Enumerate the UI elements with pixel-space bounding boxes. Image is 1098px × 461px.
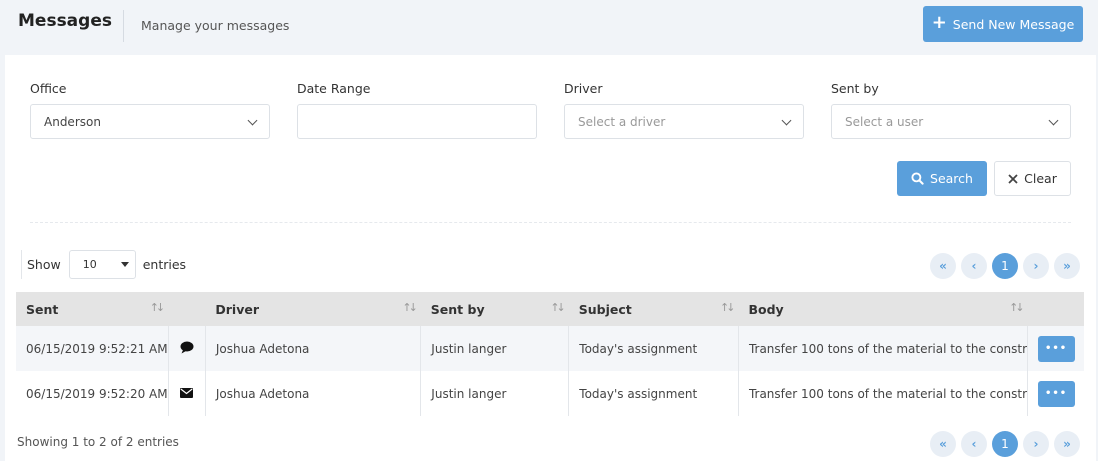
sent-by-label: Sent by — [831, 81, 879, 96]
envelope-icon — [180, 387, 194, 398]
sort-icon: ↑↓ — [1009, 301, 1025, 314]
entries-label: entries — [142, 257, 187, 272]
entries-per-page-select[interactable]: 10 — [68, 250, 136, 279]
search-label: Search — [930, 171, 973, 186]
sort-icon: ↑↓ — [720, 301, 736, 314]
first-page-button[interactable]: « — [930, 431, 956, 457]
sent-by-cell: Justin langer — [420, 371, 570, 416]
plus-icon: + — [931, 12, 947, 33]
column-header-sent[interactable]: Sent ↑↓ — [16, 292, 168, 326]
header-divider — [123, 10, 124, 42]
sort-icon: ↑↓ — [402, 301, 418, 314]
driver-cell: Joshua Adetona — [205, 371, 422, 416]
driver-cell: Joshua Adetona — [205, 326, 422, 371]
page-title: Messages — [18, 11, 112, 31]
sent-cell: 06/15/2019 9:52:21 AM — [16, 326, 169, 371]
last-page-button[interactable]: » — [1054, 431, 1080, 457]
sent-cell: 06/15/2019 9:52:20 AM — [16, 371, 169, 416]
date-range-label: Date Range — [297, 81, 371, 96]
sent-by-cell: Justin langer — [420, 326, 570, 371]
actions-cell: ••• — [1028, 371, 1084, 416]
page-subtitle: Manage your messages — [141, 18, 290, 33]
subject-cell: Today's assignment — [568, 371, 739, 416]
chevron-down-icon — [1048, 115, 1059, 126]
sort-icon: ↑↓ — [550, 301, 566, 314]
chevron-down-icon — [781, 115, 792, 126]
messages-table: Sent ↑↓ Driver ↑↓ Sent by ↑↓ Subject ↑↓ Body… — [16, 292, 1084, 416]
prev-page-button[interactable]: ‹ — [961, 253, 987, 279]
body-cell: Transfer 100 tons of the material to the… — [738, 371, 1029, 416]
chat-bubble-icon — [180, 341, 194, 353]
pagination-top: « ‹ 1 › » — [930, 253, 1080, 279]
prev-page-button[interactable]: ‹ — [961, 431, 987, 457]
date-range-input[interactable] — [297, 104, 537, 139]
table-row[interactable]: 06/15/2019 9:52:20 AM Joshua Adetona Jus… — [16, 371, 1084, 416]
column-header-actions — [1028, 292, 1084, 326]
column-header-subject[interactable]: Subject ↑↓ — [569, 292, 739, 326]
column-header-sent-by[interactable]: Sent by ↑↓ — [421, 292, 569, 326]
more-actions-button[interactable]: ••• — [1037, 380, 1075, 407]
more-actions-button[interactable]: ••• — [1037, 335, 1075, 362]
driver-select[interactable]: Select a driver — [564, 104, 804, 139]
caret-down-icon — [120, 262, 129, 267]
driver-placeholder: Select a driver — [578, 114, 666, 129]
message-type-cell — [168, 371, 206, 416]
send-new-message-button[interactable]: + Send New Message — [923, 6, 1083, 42]
entries-length-control: Show 10 entries — [21, 250, 186, 279]
search-button[interactable]: Search — [897, 161, 987, 196]
entries-per-page-value: 10 — [82, 258, 97, 271]
sort-icon: ↑↓ — [149, 301, 166, 314]
body-cell: Transfer 100 tons of the material to the… — [738, 326, 1029, 371]
table-row[interactable]: 06/15/2019 9:52:21 AM Joshua Adetona Jus… — [16, 326, 1084, 371]
sent-by-placeholder: Select a user — [845, 114, 924, 129]
send-new-message-label: Send New Message — [952, 16, 1075, 32]
column-header-driver[interactable]: Driver ↑↓ — [205, 292, 420, 326]
last-page-button[interactable]: » — [1054, 253, 1080, 279]
chevron-down-icon — [247, 115, 258, 126]
page-1-button[interactable]: 1 — [992, 253, 1018, 279]
column-header-body[interactable]: Body ↑↓ — [738, 292, 1027, 326]
next-page-button[interactable]: › — [1023, 431, 1049, 457]
next-page-button[interactable]: › — [1023, 253, 1049, 279]
close-icon — [1008, 173, 1018, 184]
search-icon — [911, 172, 924, 185]
sent-by-select[interactable]: Select a user — [831, 104, 1071, 139]
office-select[interactable]: Anderson — [30, 104, 270, 139]
driver-label: Driver — [564, 81, 603, 96]
actions-cell: ••• — [1028, 326, 1084, 371]
messages-card: Office Anderson Date Range Driver Select… — [5, 55, 1096, 461]
column-header-type — [168, 292, 205, 326]
table-info: Showing 1 to 2 of 2 entries — [17, 435, 179, 449]
clear-label: Clear — [1024, 171, 1057, 186]
pagination-bottom: « ‹ 1 › » — [930, 431, 1080, 457]
office-label: Office — [30, 81, 67, 96]
show-label: Show — [27, 257, 61, 272]
office-value: Anderson — [44, 114, 101, 129]
page-1-button[interactable]: 1 — [992, 431, 1018, 457]
table-header-row: Sent ↑↓ Driver ↑↓ Sent by ↑↓ Subject ↑↓ Body… — [16, 292, 1084, 326]
first-page-button[interactable]: « — [930, 253, 956, 279]
clear-button[interactable]: Clear — [994, 161, 1071, 196]
message-type-cell — [168, 326, 206, 371]
subject-cell: Today's assignment — [568, 326, 739, 371]
page-header: Messages Manage your messages + Send New… — [0, 0, 1098, 52]
section-divider — [30, 222, 1071, 223]
